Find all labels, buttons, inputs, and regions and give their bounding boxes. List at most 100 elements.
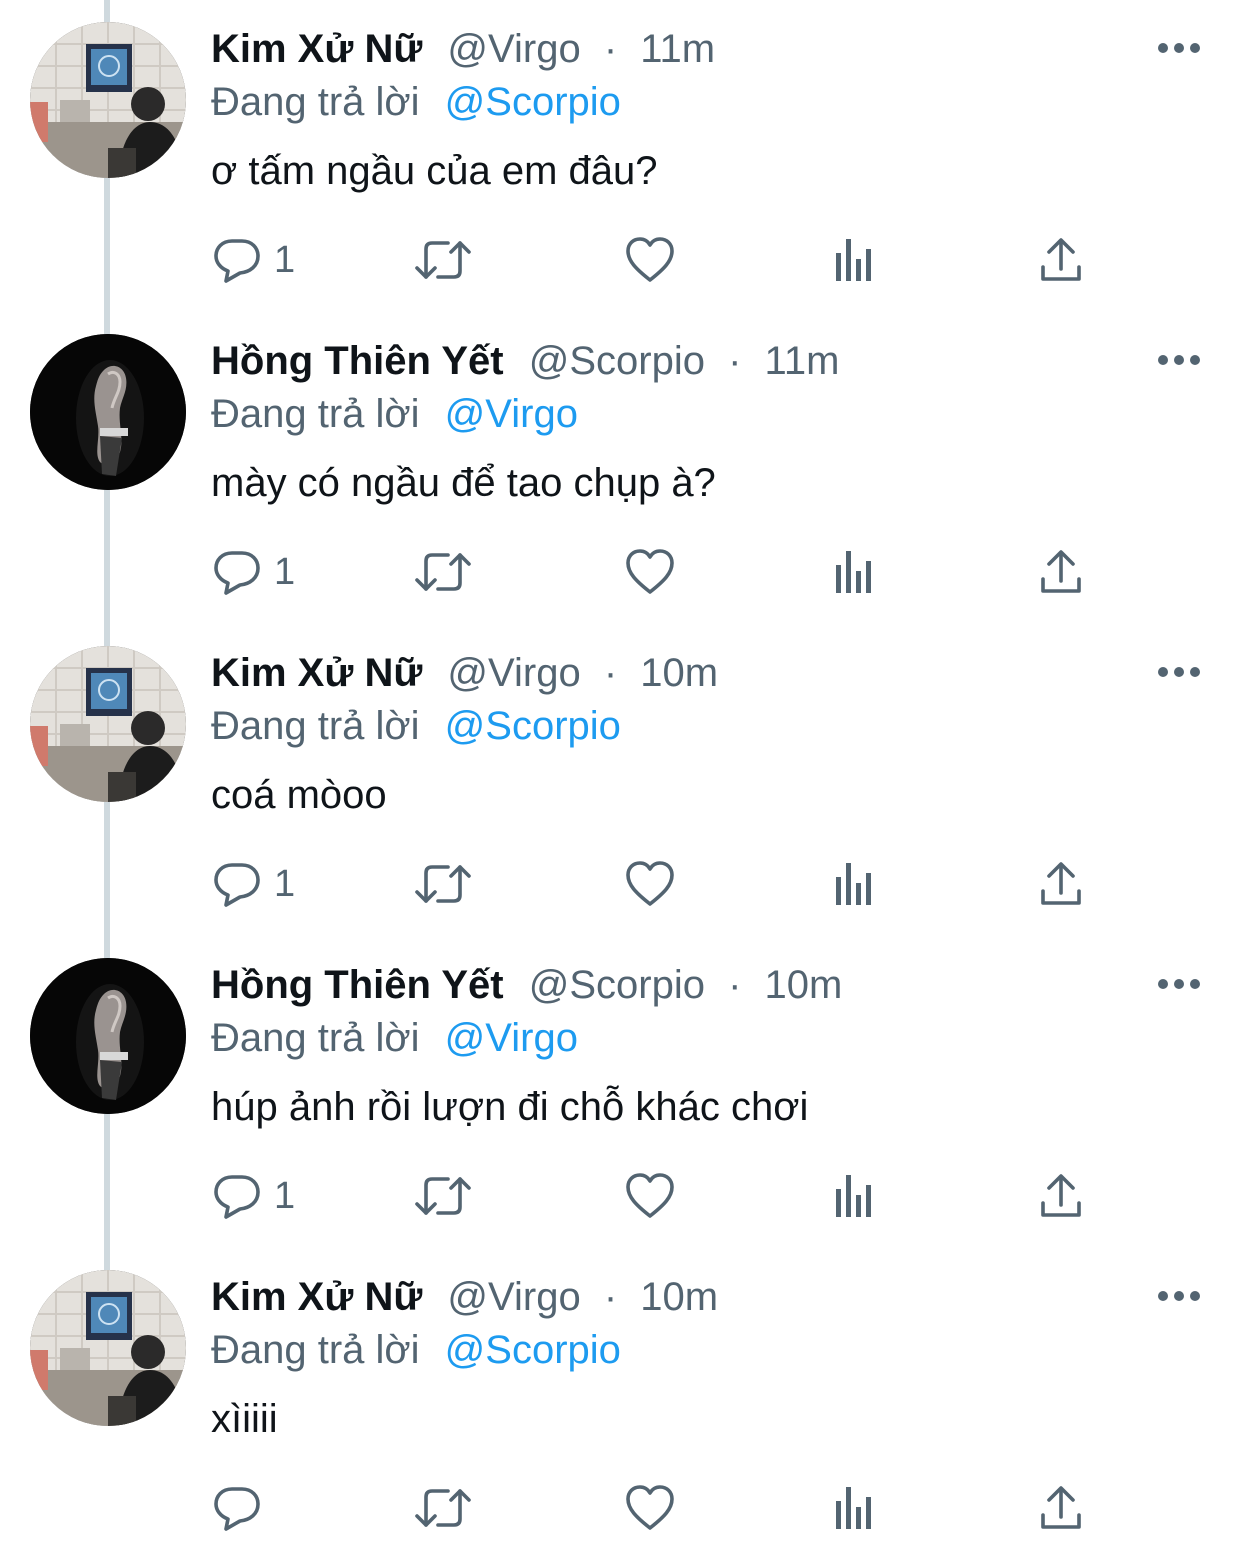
more-icon[interactable] bbox=[1156, 36, 1202, 60]
tweet[interactable]: Hồng Thiên Yết @Scorpio · 10m Đang trả l… bbox=[0, 936, 1242, 1248]
replying-to: Đang trả lời @Virgo bbox=[211, 1012, 578, 1064]
avatar[interactable] bbox=[30, 958, 186, 1114]
thread-line bbox=[104, 936, 110, 958]
avatar[interactable] bbox=[30, 22, 186, 178]
avatar[interactable] bbox=[30, 646, 186, 802]
timestamp[interactable]: 10m bbox=[640, 651, 718, 695]
reply-button[interactable]: 1 bbox=[212, 1166, 295, 1226]
handle[interactable]: @Virgo bbox=[447, 651, 580, 695]
replying-prefix: Đang trả lời bbox=[211, 392, 420, 436]
replying-prefix: Đang trả lời bbox=[211, 704, 420, 748]
replying-mention[interactable]: @Scorpio bbox=[445, 1328, 621, 1372]
heart-icon bbox=[624, 859, 676, 909]
avatar[interactable] bbox=[30, 334, 186, 490]
like-button[interactable] bbox=[624, 1166, 676, 1226]
display-name[interactable]: Kim Xử Nữ bbox=[211, 1275, 422, 1319]
timestamp[interactable]: 11m bbox=[765, 339, 840, 383]
action-bar: 1 bbox=[0, 542, 1242, 602]
replying-to: Đang trả lời @Virgo bbox=[211, 388, 578, 440]
retweet-icon bbox=[414, 1171, 472, 1221]
reply-count: 1 bbox=[274, 863, 296, 905]
tweet[interactable]: Kim Xử Nữ @Virgo · 10m Đang trả lời @Sco… bbox=[0, 1248, 1242, 1560]
views-icon bbox=[834, 547, 878, 597]
display-name[interactable]: Hồng Thiên Yết bbox=[211, 339, 504, 383]
retweet-button[interactable] bbox=[414, 854, 472, 914]
separator-dot: · bbox=[603, 651, 618, 695]
reply-button[interactable]: 1 bbox=[212, 854, 295, 914]
views-button[interactable] bbox=[834, 1478, 878, 1538]
share-button[interactable] bbox=[1038, 1166, 1084, 1226]
display-name[interactable]: Kim Xử Nữ bbox=[211, 651, 422, 695]
reply-icon bbox=[212, 859, 262, 909]
like-button[interactable] bbox=[624, 854, 676, 914]
reply-button[interactable]: 1 bbox=[212, 542, 295, 602]
heart-icon bbox=[624, 235, 676, 285]
retweet-button[interactable] bbox=[414, 542, 472, 602]
replying-mention[interactable]: @Scorpio bbox=[445, 80, 621, 124]
share-icon bbox=[1038, 1483, 1084, 1533]
handle[interactable]: @Scorpio bbox=[529, 339, 705, 383]
separator-dot: · bbox=[603, 1275, 618, 1319]
more-icon[interactable] bbox=[1156, 972, 1202, 996]
replying-mention[interactable]: @Virgo bbox=[445, 1016, 578, 1060]
share-button[interactable] bbox=[1038, 854, 1084, 914]
timestamp[interactable]: 10m bbox=[765, 963, 843, 1007]
replying-mention[interactable]: @Virgo bbox=[445, 392, 578, 436]
like-button[interactable] bbox=[624, 542, 676, 602]
action-bar: 1 bbox=[0, 854, 1242, 914]
tweet-text: ơ tấm ngầu của em đâu? bbox=[211, 149, 658, 193]
replying-prefix: Đang trả lời bbox=[211, 1016, 420, 1060]
share-button[interactable] bbox=[1038, 542, 1084, 602]
tweet-text: xìiiii bbox=[211, 1397, 278, 1441]
like-button[interactable] bbox=[624, 1478, 676, 1538]
views-button[interactable] bbox=[834, 854, 878, 914]
display-name[interactable]: Hồng Thiên Yết bbox=[211, 963, 504, 1007]
share-icon bbox=[1038, 859, 1084, 909]
heart-icon bbox=[624, 1171, 676, 1221]
more-icon[interactable] bbox=[1156, 348, 1202, 372]
display-name[interactable]: Kim Xử Nữ bbox=[211, 27, 422, 71]
like-button[interactable] bbox=[624, 230, 676, 290]
reply-count: 1 bbox=[274, 1175, 296, 1217]
tweet-header: Hồng Thiên Yết @Scorpio · 10m bbox=[211, 959, 842, 1011]
reply-count: 1 bbox=[274, 239, 296, 281]
action-bar bbox=[0, 1478, 1242, 1538]
thread-line bbox=[104, 312, 110, 334]
views-button[interactable] bbox=[834, 1166, 878, 1226]
views-button[interactable] bbox=[834, 230, 878, 290]
replying-to: Đang trả lời @Scorpio bbox=[211, 700, 621, 752]
retweet-button[interactable] bbox=[414, 1166, 472, 1226]
reply-icon bbox=[212, 1171, 262, 1221]
separator-dot: · bbox=[728, 963, 742, 1007]
tweet[interactable]: Kim Xử Nữ @Virgo · 10m Đang trả lời @Sco… bbox=[0, 624, 1242, 936]
thread-line bbox=[104, 1248, 110, 1270]
heart-icon bbox=[624, 547, 676, 597]
timestamp[interactable]: 11m bbox=[640, 27, 715, 71]
tweet-text: coá mòoo bbox=[211, 773, 387, 817]
avatar[interactable] bbox=[30, 1270, 186, 1426]
replying-to: Đang trả lời @Scorpio bbox=[211, 1324, 621, 1376]
retweet-button[interactable] bbox=[414, 1478, 472, 1538]
reply-icon bbox=[212, 235, 262, 285]
retweet-button[interactable] bbox=[414, 230, 472, 290]
share-button[interactable] bbox=[1038, 1478, 1084, 1538]
retweet-icon bbox=[414, 1483, 472, 1533]
more-icon[interactable] bbox=[1156, 660, 1202, 684]
tweet[interactable]: Kim Xử Nữ @Virgo · 11m Đang trả lời @Sco… bbox=[0, 0, 1242, 312]
action-bar: 1 bbox=[0, 1166, 1242, 1226]
reply-button[interactable]: 1 bbox=[212, 230, 295, 290]
share-icon bbox=[1038, 235, 1084, 285]
thread-line bbox=[104, 0, 110, 22]
more-icon[interactable] bbox=[1156, 1284, 1202, 1308]
share-icon bbox=[1038, 1171, 1084, 1221]
replying-mention[interactable]: @Scorpio bbox=[445, 704, 621, 748]
reply-button[interactable] bbox=[212, 1478, 274, 1538]
handle[interactable]: @Scorpio bbox=[529, 963, 705, 1007]
tweet-text: húp ảnh rồi lượn đi chỗ khác chơi bbox=[211, 1085, 809, 1129]
timestamp[interactable]: 10m bbox=[640, 1275, 718, 1319]
handle[interactable]: @Virgo bbox=[447, 1275, 580, 1319]
views-button[interactable] bbox=[834, 542, 878, 602]
handle[interactable]: @Virgo bbox=[447, 27, 580, 71]
tweet[interactable]: Hồng Thiên Yết @Scorpio · 11m Đang trả l… bbox=[0, 312, 1242, 624]
share-button[interactable] bbox=[1038, 230, 1084, 290]
